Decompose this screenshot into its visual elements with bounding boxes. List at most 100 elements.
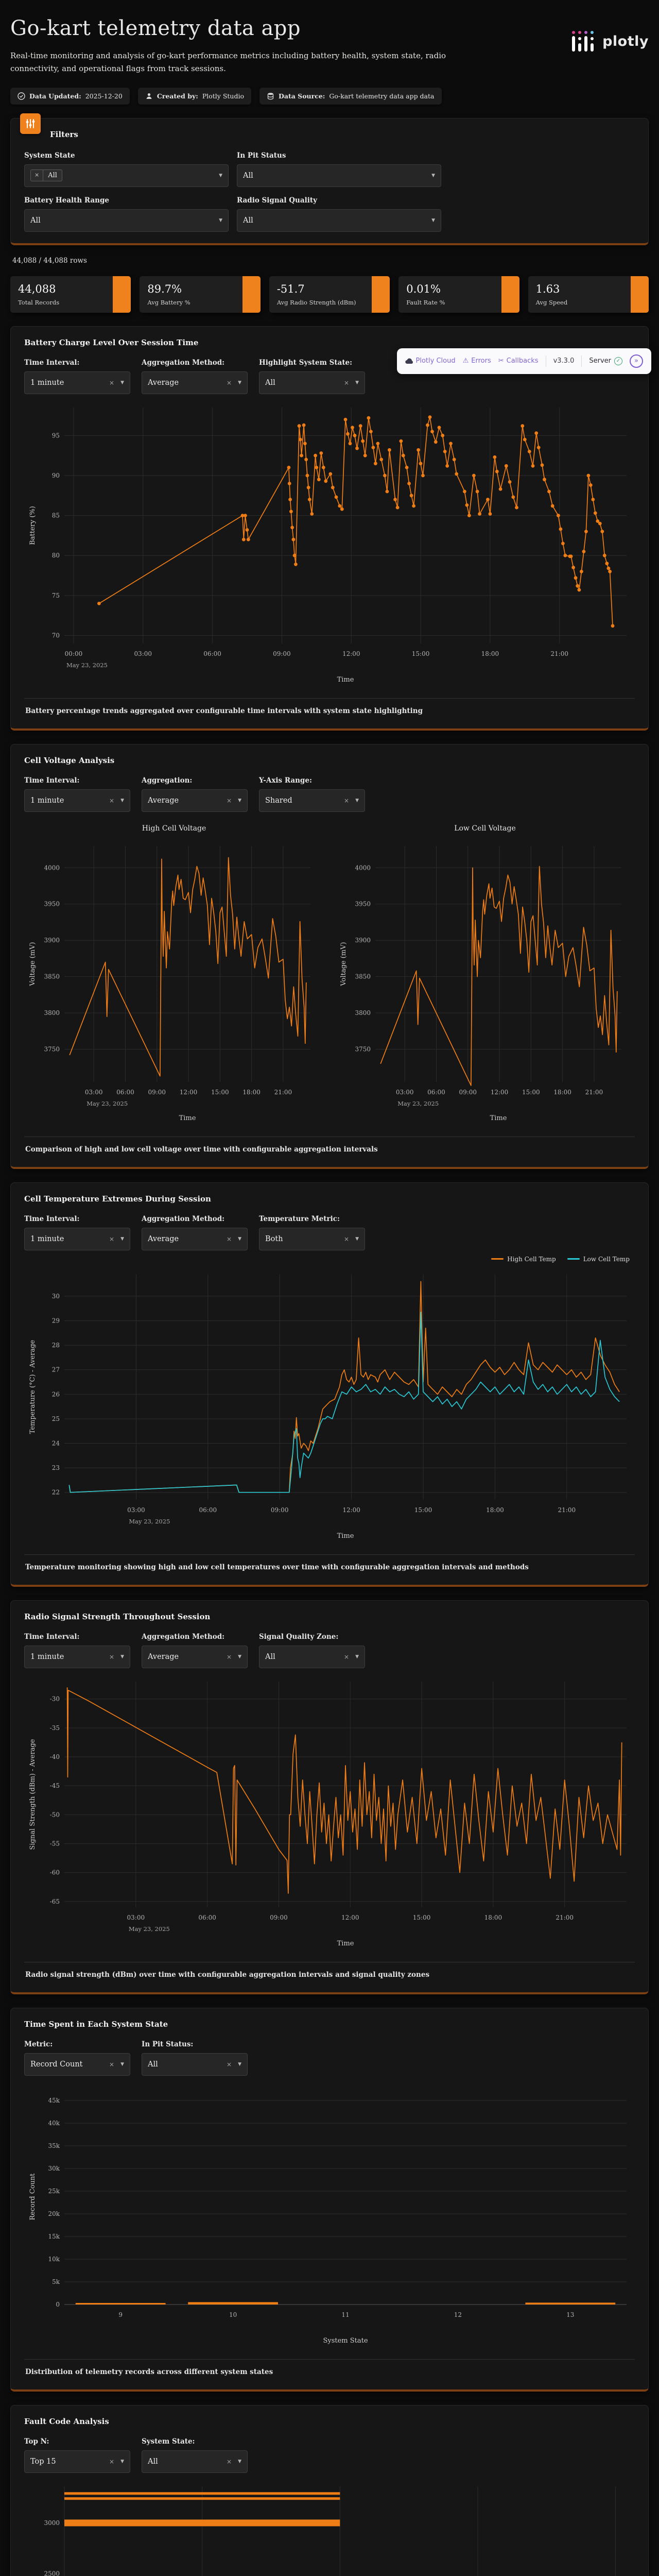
clear-icon[interactable]: × xyxy=(224,379,234,386)
dropdown[interactable]: All × ▼ xyxy=(142,2450,248,2473)
svg-text:-45: -45 xyxy=(50,1782,60,1789)
callbacks-button[interactable]: ✂ Callbacks xyxy=(498,357,539,365)
dropdown[interactable]: Top 15 × ▼ xyxy=(24,2450,130,2473)
svg-text:12:00: 12:00 xyxy=(342,650,360,657)
svg-text:-30: -30 xyxy=(50,1695,60,1702)
dropdown[interactable]: Shared × ▼ xyxy=(259,789,365,812)
dropdown[interactable]: 1 minute × ▼ xyxy=(24,789,130,812)
temperature-caption: Temperature monitoring showing high and … xyxy=(24,1554,635,1573)
svg-text:3850: 3850 xyxy=(44,973,60,980)
svg-text:18:00: 18:00 xyxy=(481,650,499,657)
clear-icon[interactable]: × xyxy=(107,1653,116,1660)
svg-text:0: 0 xyxy=(56,2301,60,2308)
clear-icon[interactable]: × xyxy=(342,1235,351,1243)
control-group: Time Interval: 1 minute × ▼ xyxy=(24,359,130,394)
dropdown-value: Average xyxy=(148,796,179,805)
dropdown[interactable]: All × ▼ xyxy=(259,371,365,394)
dropdown[interactable]: All ▼ xyxy=(24,209,229,232)
control-group: Time Interval: 1 minute × ▼ xyxy=(24,1633,130,1668)
filters-controls: System State × All ▼ In Pit Status All ▼ Batter… xyxy=(24,151,635,232)
kpi-row: 44,088 Total Records 89.7% Avg Battery % -51… xyxy=(10,276,649,313)
svg-text:4000: 4000 xyxy=(44,864,60,871)
svg-text:90: 90 xyxy=(52,471,60,479)
filters-title: Filters xyxy=(50,129,78,139)
page-title: Go-kart telemetry data app xyxy=(10,16,301,40)
dropdown[interactable]: Average × ▼ xyxy=(142,1227,248,1250)
chevron-down-icon: ▼ xyxy=(238,2061,241,2067)
dropdown[interactable]: Average × ▼ xyxy=(142,1645,248,1668)
chevron-down-icon: ▼ xyxy=(355,1654,359,1659)
kpi-card: 1.63 Avg Speed xyxy=(528,276,649,313)
svg-text:03:00: 03:00 xyxy=(396,1089,414,1096)
dropdown[interactable]: × All ▼ xyxy=(24,164,229,187)
radio-chart: -65 -60 -55 -50 -45 -40 -35 -30 03:00 06:00 09:00 1… xyxy=(24,1673,635,1952)
clear-icon[interactable]: × xyxy=(224,2061,234,2068)
radio-title: Radio Signal Strength Throughout Session xyxy=(24,1612,211,1621)
scissors-icon: ✂ xyxy=(498,357,504,365)
svg-text:-40: -40 xyxy=(50,1753,60,1760)
dropdown[interactable]: Average × ▼ xyxy=(142,789,248,812)
control-label: Time Interval: xyxy=(24,358,80,367)
svg-text:Voltage (mV): Voltage (mV) xyxy=(29,942,37,986)
legend-item[interactable]: Low Cell Temp xyxy=(567,1256,630,1263)
svg-text:26: 26 xyxy=(52,1391,60,1398)
control-label: Radio Signal Quality xyxy=(237,196,317,205)
app-page: Go-kart telemetry data app Real-time mon… xyxy=(0,0,659,2576)
control-group: Battery Health Range All ▼ xyxy=(24,196,229,232)
clear-icon[interactable]: × xyxy=(224,1653,234,1660)
control-group: Metric: Record Count × ▼ xyxy=(24,2040,130,2076)
dropdown-value: 1 minute xyxy=(30,1652,64,1661)
clear-icon[interactable]: × xyxy=(107,1235,116,1243)
svg-text:18:00: 18:00 xyxy=(484,1914,502,1921)
svg-text:May 23, 2025: May 23, 2025 xyxy=(397,1100,439,1107)
dropdown-value: Shared xyxy=(265,796,292,805)
dropdown[interactable]: All × ▼ xyxy=(259,1645,365,1668)
clear-icon[interactable]: × xyxy=(107,2458,116,2465)
svg-text:06:00: 06:00 xyxy=(203,650,221,657)
chevron-down-icon: ▼ xyxy=(219,173,222,178)
clear-icon[interactable]: × xyxy=(107,2061,116,2068)
chevron-down-icon: ▼ xyxy=(355,1236,359,1242)
clear-icon[interactable]: × xyxy=(342,1653,351,1660)
clear-icon[interactable]: × xyxy=(342,797,351,804)
clear-icon[interactable]: × xyxy=(107,797,116,804)
clear-icon[interactable]: × xyxy=(342,379,351,386)
control-group: Highlight System State: All × ▼ xyxy=(259,359,365,394)
dropdown[interactable]: Both × ▼ xyxy=(259,1227,365,1250)
svg-text:3900: 3900 xyxy=(355,937,371,944)
svg-text:45k: 45k xyxy=(48,2097,60,2104)
svg-text:3800: 3800 xyxy=(44,1009,60,1016)
control-group: Top N: Top 15 × ▼ xyxy=(24,2437,130,2473)
chevron-down-icon: ▼ xyxy=(355,798,359,803)
dropdown[interactable]: All × ▼ xyxy=(142,2053,248,2076)
dropdown[interactable]: Average × ▼ xyxy=(142,371,248,394)
remove-chip-icon[interactable]: × xyxy=(31,170,44,181)
chevron-down-icon: ▼ xyxy=(120,798,124,803)
clear-icon[interactable]: × xyxy=(107,379,116,386)
dropdown[interactable]: All ▼ xyxy=(237,209,441,232)
svg-text:May 23, 2025: May 23, 2025 xyxy=(129,1925,170,1933)
dropdown[interactable]: All ▼ xyxy=(237,164,441,187)
svg-text:09:00: 09:00 xyxy=(273,650,291,657)
dropdown[interactable]: 1 minute × ▼ xyxy=(24,371,130,394)
kpi-value: 89.7% xyxy=(147,282,182,295)
chevron-down-icon: ▼ xyxy=(238,798,241,803)
errors-button[interactable]: ⚠ Errors xyxy=(463,357,491,365)
selected-chip: × All xyxy=(30,170,62,181)
plotly-cloud-button[interactable]: Plotly Cloud xyxy=(405,357,456,365)
voltage-controls: Time Interval: 1 minute × ▼ Aggregation: Aver… xyxy=(24,776,635,812)
clear-icon[interactable]: × xyxy=(224,1235,234,1243)
control-label: Highlight System State: xyxy=(259,358,353,367)
legend-item[interactable]: High Cell Temp xyxy=(491,1256,556,1263)
kpi-accent-strip xyxy=(242,276,261,313)
svg-text:21:00: 21:00 xyxy=(558,1506,576,1514)
clear-icon[interactable]: × xyxy=(224,797,234,804)
control-group: Radio Signal Quality All ▼ xyxy=(237,196,441,232)
legend-label: High Cell Temp xyxy=(507,1255,556,1263)
clear-icon[interactable]: × xyxy=(224,2458,234,2465)
dropdown[interactable]: 1 minute × ▼ xyxy=(24,1645,130,1668)
dropdown[interactable]: Record Count × ▼ xyxy=(24,2053,130,2076)
control-label: Metric: xyxy=(24,2040,53,2048)
debug-expand-button[interactable]: » xyxy=(630,354,643,368)
dropdown[interactable]: 1 minute × ▼ xyxy=(24,1227,130,1250)
